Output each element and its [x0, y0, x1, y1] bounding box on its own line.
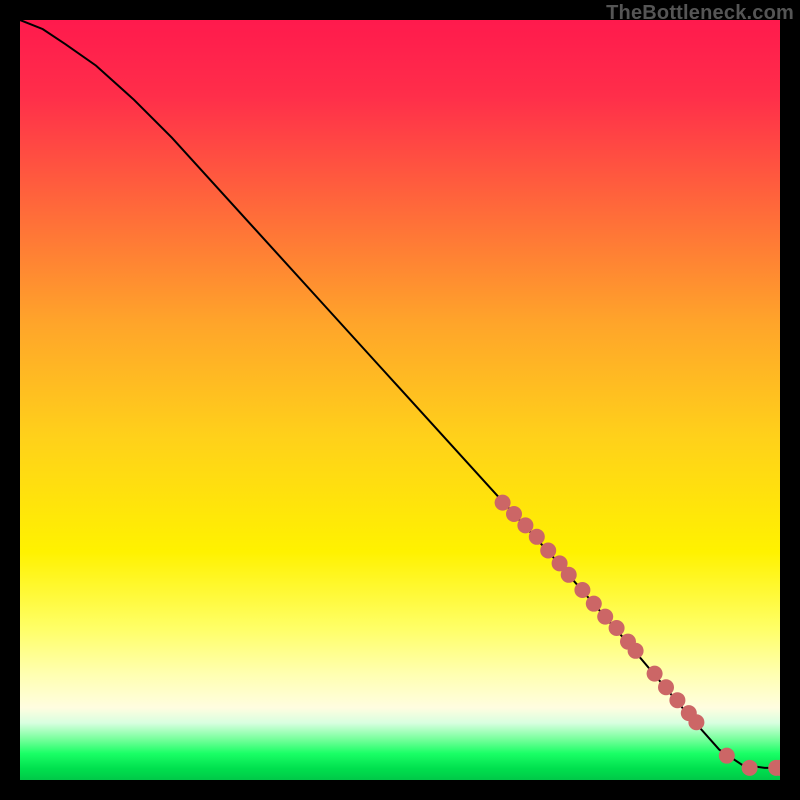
data-point [529, 529, 545, 545]
data-point [609, 620, 625, 636]
data-point [561, 567, 577, 583]
data-point [719, 748, 735, 764]
data-point [540, 542, 556, 558]
chart-plot [20, 20, 780, 780]
data-point [506, 506, 522, 522]
data-point [742, 760, 758, 776]
plot-background [20, 20, 780, 780]
data-point [647, 666, 663, 682]
data-point [574, 582, 590, 598]
data-point [658, 679, 674, 695]
data-point [586, 596, 602, 612]
data-point [669, 692, 685, 708]
data-point [688, 714, 704, 730]
data-point [628, 643, 644, 659]
chart-frame: TheBottleneck.com [0, 0, 800, 800]
data-point [597, 609, 613, 625]
data-point [495, 495, 511, 511]
data-point [517, 517, 533, 533]
